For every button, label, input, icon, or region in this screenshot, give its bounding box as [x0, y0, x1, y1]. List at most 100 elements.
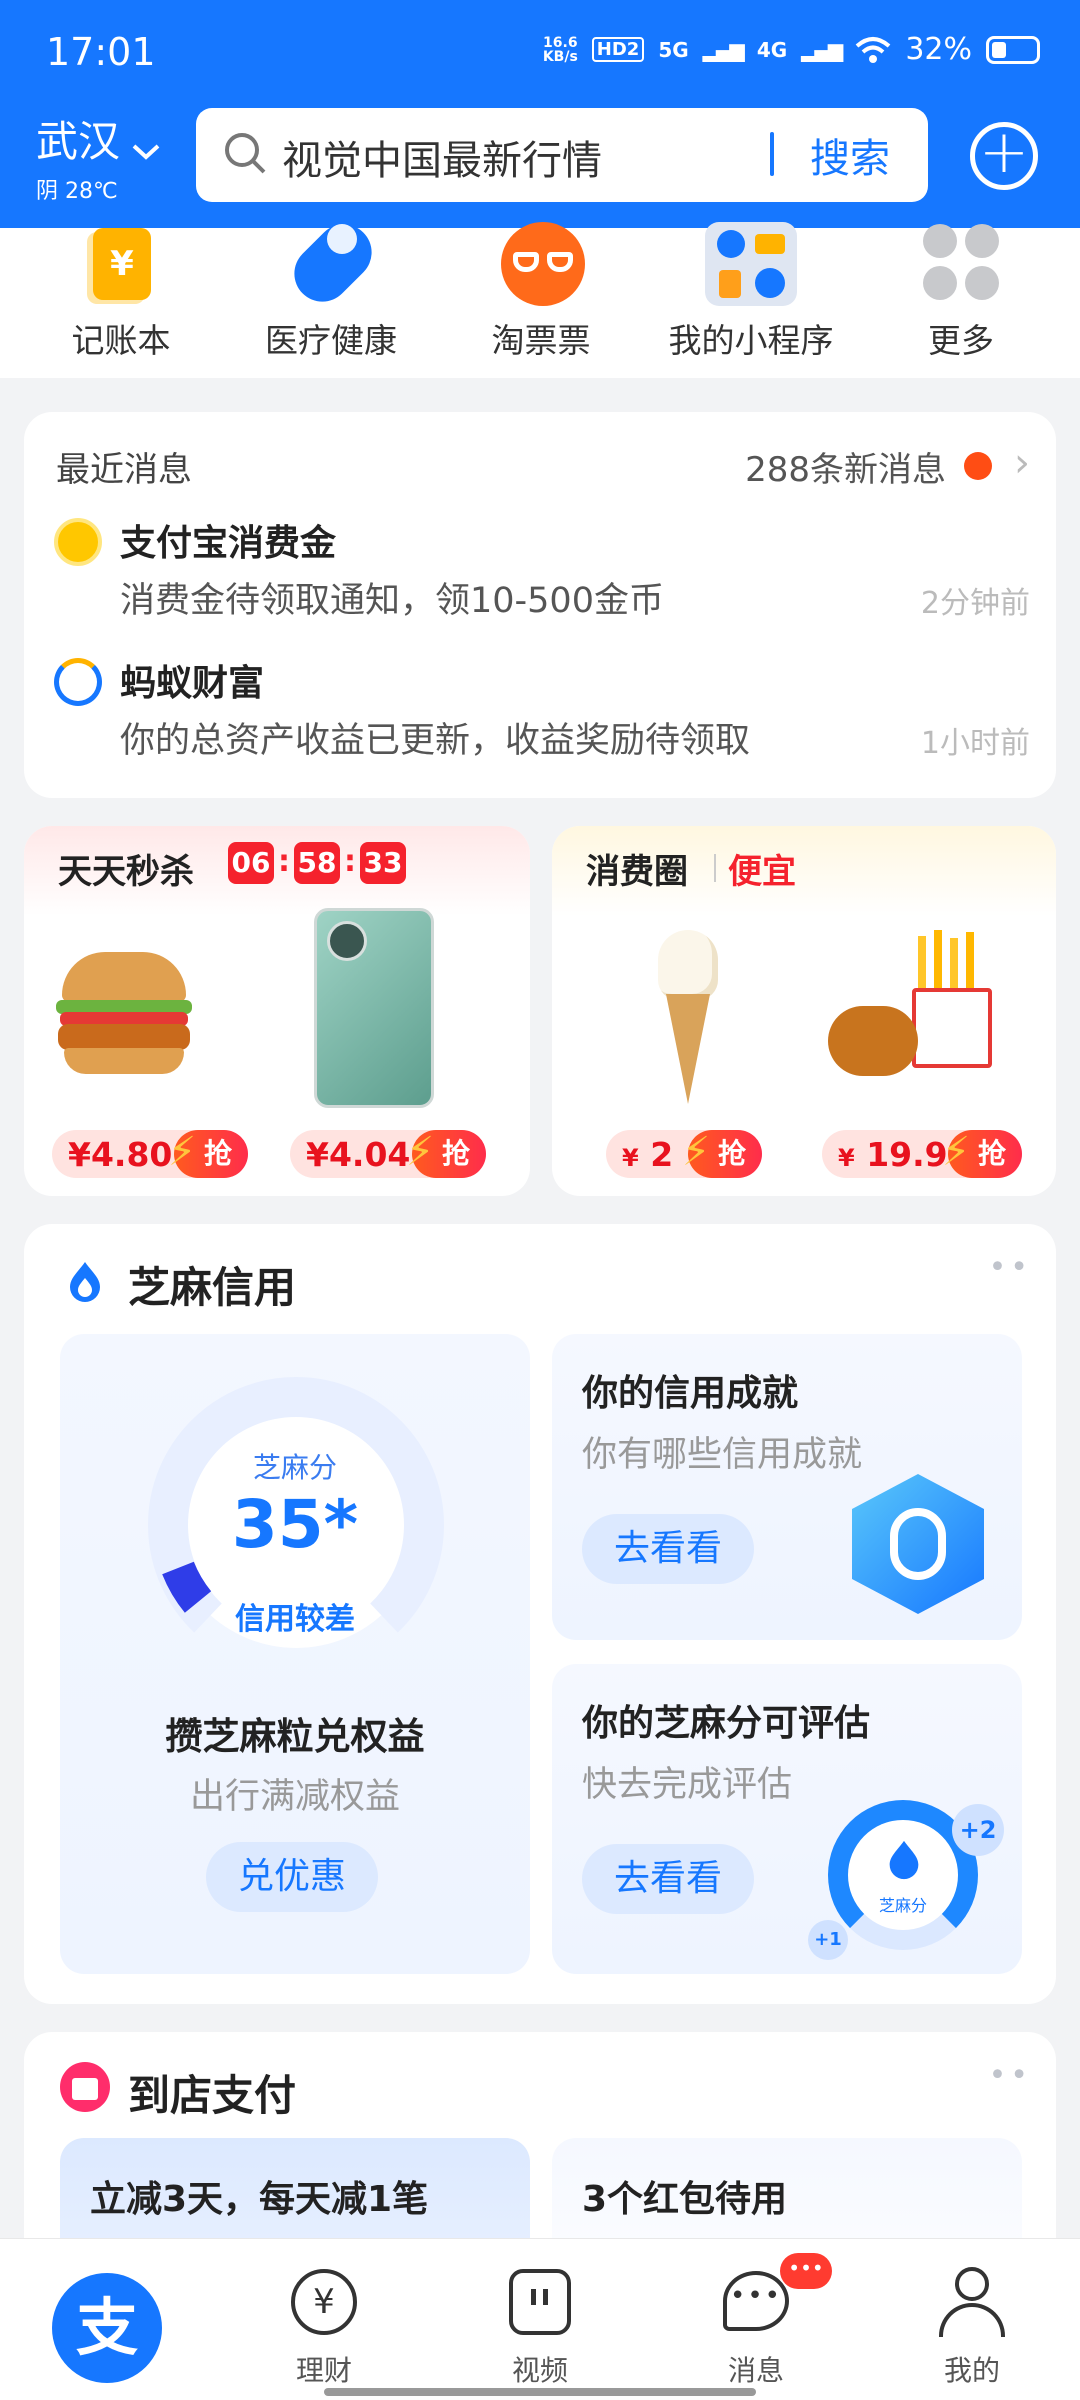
shortcut-label: 更多	[928, 321, 994, 360]
sesame-credit-card: 芝麻信用 •• 芝麻分 35* 信用较差 攒芝麻粒兑权益 出行满减权益 兑优惠 …	[24, 1224, 1056, 2004]
view-achievement-button[interactable]: 去看看	[582, 1514, 755, 1584]
search-input[interactable]: 视觉中国最新行情	[282, 128, 602, 186]
recent-messages-card[interactable]: 最近消息 288条新消息 › 支付宝消费金 消费金待领取通知，领10-500金币…	[24, 412, 1056, 798]
message-time: 1小时前	[920, 726, 1030, 761]
plus-two-badge: +2	[952, 1804, 1004, 1856]
score-panel[interactable]: 芝麻分 35* 信用较差 攒芝麻粒兑权益 出行满减权益 兑优惠	[60, 1334, 530, 1974]
consume-subtitle: 便宜	[728, 852, 796, 892]
price-pill[interactable]: ¥ 19.9 ⚡ 抢	[822, 1129, 1022, 1178]
price: ¥4.04	[306, 1134, 411, 1174]
home-indicator[interactable]	[324, 2388, 756, 2396]
messages-title: 最近消息	[56, 450, 192, 490]
plus-one-badge: +1	[808, 1920, 848, 1960]
phone-image[interactable]	[314, 908, 434, 1108]
achievement-badge-icon	[852, 1474, 984, 1614]
tab-wealth[interactable]: ¥ 理财	[254, 2267, 394, 2389]
medical-icon	[282, 212, 384, 314]
tab-label: 我的	[943, 2354, 1000, 2387]
shortcut-label: 医疗健康	[265, 321, 397, 360]
bolt-icon: ⚡	[681, 1129, 711, 1175]
mini-program-icon	[705, 222, 797, 308]
credit-rating: 信用较差	[235, 1602, 355, 1637]
discount-text: 立减3天，每天减1笔	[90, 2179, 429, 2220]
grab-button[interactable]: ⚡ 抢	[406, 1129, 486, 1178]
burger-image[interactable]	[54, 942, 194, 1082]
tab-mine[interactable]: 我的	[902, 2267, 1042, 2389]
bottom-tab-bar: 支 ¥ 理财 视频 ••• 消息 ••• 我的	[0, 2238, 1080, 2400]
shortcut-label: 淘票票	[491, 321, 591, 360]
net-speed: 16.6 KB/s	[542, 34, 578, 65]
flash-sale-title: 天天秒杀	[58, 852, 194, 892]
price: ¥ 19.9	[838, 1134, 948, 1174]
timer-colon: :	[278, 844, 290, 879]
assess-title: 你的芝麻分可评估	[582, 1703, 871, 1744]
grab-button[interactable]: ⚡ 抢	[942, 1129, 1022, 1178]
achievement-subtitle: 你有哪些信用成就	[582, 1435, 863, 1475]
video-icon	[505, 2267, 575, 2337]
add-button[interactable]: +	[970, 122, 1038, 190]
score-label: 芝麻分	[252, 1451, 337, 1484]
tab-label: 理财	[295, 2354, 352, 2387]
timer-hours: 06	[228, 842, 274, 884]
tab-home[interactable]: 支	[52, 2273, 162, 2383]
chevron-down-icon	[132, 144, 160, 160]
flash-sale-card[interactable]: 天天秒杀 06 : 58 : 33 ¥4.80 ⚡ 抢 ¥4.04 ⚡ 抢	[24, 826, 530, 1196]
weather-info: 阴 28℃	[36, 179, 118, 204]
earn-subtitle: 出行满减权益	[189, 1777, 400, 1817]
user-icon	[937, 2267, 1007, 2337]
ice-cream-image[interactable]	[652, 930, 724, 1110]
shortcut-row: ¥ 记账本 医疗健康 淘票票 我的小程序 更多	[0, 212, 1080, 378]
tab-label: 消息	[727, 2354, 784, 2387]
tab-messages[interactable]: ••• 消息 •••	[686, 2253, 832, 2389]
city-selector[interactable]: 武汉 阴 28℃	[36, 108, 161, 205]
status-time: 17:01	[46, 30, 156, 74]
message-badge: •••	[780, 2253, 832, 2289]
consume-title: 消费圈	[586, 852, 688, 892]
price-pill[interactable]: ¥4.04 ⚡ 抢	[290, 1129, 486, 1178]
price-pill[interactable]: ¥ 2 ⚡ 抢	[606, 1129, 762, 1178]
search-bar[interactable]: 视觉中国最新行情 搜索	[196, 108, 928, 202]
more-dots-icon[interactable]: ••	[989, 1250, 1032, 1285]
bolt-icon: ⚡	[405, 1129, 435, 1175]
tab-video[interactable]: 视频	[470, 2267, 610, 2389]
shortcut-movie[interactable]: 淘票票	[436, 222, 646, 362]
shortcut-mini-programs[interactable]: 我的小程序	[646, 222, 856, 362]
battery-icon	[986, 35, 1040, 64]
search-button[interactable]: 搜索	[810, 126, 890, 184]
status-bar: 17:01 16.6 KB/s HD2 5G ▂▄▆ 4G ▂▄▆ 32%	[0, 0, 1080, 108]
divider	[714, 854, 716, 882]
redeem-button[interactable]: 兑优惠	[206, 1842, 379, 1912]
more-dots-icon[interactable]: ••	[989, 2058, 1032, 2093]
grab-button[interactable]: ⚡ 抢	[682, 1129, 762, 1178]
shortcut-more[interactable]: 更多	[856, 224, 1066, 362]
tab-label: 视频	[511, 2354, 568, 2387]
grab-button[interactable]: ⚡ 抢	[168, 1129, 248, 1178]
chevron-right-icon[interactable]: ›	[1014, 440, 1030, 486]
search-icon	[225, 133, 266, 174]
wealth-icon: ¥	[289, 2267, 359, 2337]
hd-icon: HD2	[591, 37, 645, 62]
timer-minutes: 58	[294, 842, 340, 884]
message-sender: 支付宝消费金	[120, 523, 337, 564]
more-grid-icon	[921, 224, 1001, 308]
credit-achievement-card[interactable]: 你的信用成就 你有哪些信用成就 去看看	[552, 1334, 1022, 1640]
message-text: 消费金待领取通知，领10-500金币	[120, 581, 664, 621]
view-assess-button[interactable]: 去看看	[582, 1844, 755, 1914]
fries-chicken-image[interactable]	[828, 930, 1018, 1096]
status-icons: 16.6 KB/s HD2 5G ▂▄▆ 4G ▂▄▆ 32%	[543, 32, 1040, 67]
price-pill[interactable]: ¥4.80 ⚡ 抢	[52, 1129, 248, 1178]
consume-circle-card[interactable]: 消费圈 便宜 ¥ 2 ⚡ 抢 ¥ 19.9 ⚡ 抢	[552, 826, 1056, 1196]
assess-subtitle: 快去完成评估	[582, 1765, 793, 1805]
unread-dot	[964, 452, 992, 480]
signal-4g-icon: 4G	[756, 37, 788, 62]
earn-title: 攒芝麻粒兑权益	[165, 1715, 425, 1758]
shortcut-ledger[interactable]: ¥ 记账本	[16, 228, 226, 362]
achievement-title: 你的信用成就	[582, 1373, 799, 1414]
score-value: 35*	[231, 1486, 359, 1563]
shortcut-medical[interactable]: 医疗健康	[226, 212, 436, 362]
score-assess-card[interactable]: 你的芝麻分可评估 快去完成评估 去看看 芝麻分 +2 +1	[552, 1664, 1022, 1974]
sesame-drop-icon	[70, 1262, 100, 1302]
battery-percent: 32%	[905, 32, 972, 67]
movie-ticket-icon	[501, 222, 585, 308]
timer-seconds: 33	[360, 842, 406, 884]
